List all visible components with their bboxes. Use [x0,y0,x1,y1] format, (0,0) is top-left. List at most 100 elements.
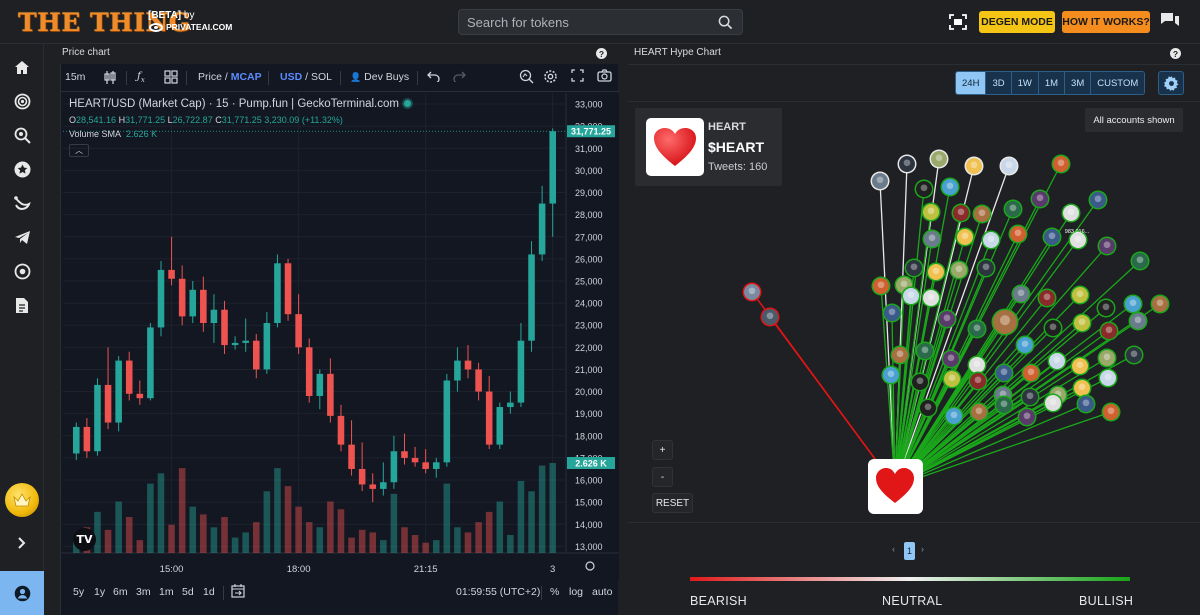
fullscreen-button[interactable] [945,11,971,33]
account-avatar[interactable] [1043,393,1063,413]
next-page-icon[interactable]: › [921,544,924,554]
range-5d[interactable]: 5d [182,586,194,598]
account-avatar[interactable] [951,203,971,223]
account-avatar[interactable] [1070,356,1090,376]
account-avatar[interactable] [921,202,941,222]
range-3m[interactable]: 3M [1065,72,1092,94]
tradingview-logo[interactable]: TV [73,528,96,551]
mcap-option[interactable]: MCAP [231,71,262,83]
candle-body[interactable] [327,373,334,416]
redo-icon[interactable] [453,69,466,85]
account-avatar[interactable] [929,149,949,169]
bearish-account-avatar[interactable] [760,307,780,327]
account-avatar[interactable] [1072,313,1092,333]
candle-body[interactable] [147,327,154,399]
account-avatar[interactable] [1021,363,1041,383]
account-avatar[interactable] [1124,345,1144,365]
account-avatar[interactable] [1015,335,1035,355]
range-5y[interactable]: 5y [73,586,84,598]
interval-selector[interactable]: 15m [65,71,85,83]
account-avatar[interactable] [1037,288,1057,308]
account-avatar[interactable] [1088,190,1108,210]
candle-body[interactable] [464,360,472,370]
candle-body[interactable] [411,457,419,463]
account-avatar[interactable] [881,365,901,385]
percent-scale-toggle[interactable]: % [550,586,559,598]
reset-view-button[interactable]: RESET [652,493,693,513]
whale-icon[interactable] [12,193,32,213]
accounts-filter-badge[interactable]: All accounts shown [1085,108,1183,132]
record-icon[interactable] [12,261,32,281]
account-avatar[interactable] [904,258,924,278]
chart-clock[interactable]: 01:59:55 (UTC+2) [456,586,540,598]
hype-settings-button[interactable] [1158,71,1184,95]
candle-body[interactable] [369,484,377,489]
account-avatar[interactable] [1061,203,1081,223]
telegram-icon[interactable] [12,227,32,247]
candlestick-chart[interactable]: 13,00014,00015,00016,00017,00018,00019,0… [61,93,619,580]
dev-buys-toggle[interactable]: 👤 Dev Buys [350,71,409,83]
candle-body[interactable] [549,131,556,204]
range-1y[interactable]: 1y [94,586,105,598]
candle-body[interactable] [189,289,197,317]
goto-date-icon[interactable] [231,584,245,601]
candle-body[interactable] [295,314,302,348]
account-avatar[interactable] [914,179,934,199]
price-option[interactable]: Price [198,71,222,83]
account-avatar[interactable] [1098,368,1118,388]
account-avatar[interactable] [991,308,1019,336]
account-avatar[interactable] [871,276,891,296]
account-avatar[interactable] [972,204,992,224]
account-avatar[interactable] [1123,294,1143,314]
candle-body[interactable] [157,269,165,328]
account-avatar[interactable] [949,260,969,280]
prev-page-icon[interactable]: ‹ [892,544,895,554]
expand-chevron-icon[interactable] [12,533,32,553]
candle-body[interactable] [316,373,324,396]
candle-body[interactable] [443,380,451,463]
chart-fullscreen-icon[interactable] [571,69,584,85]
candle-body[interactable] [517,340,525,403]
candles-type-icon[interactable] [103,70,117,88]
account-avatar[interactable] [968,371,988,391]
range-3m[interactable]: 3m [136,586,151,598]
account-avatar[interactable] [915,341,935,361]
account-avatar[interactable] [1072,378,1092,398]
account-avatar[interactable] [941,349,961,369]
account-avatar[interactable] [1003,199,1023,219]
candle-body[interactable] [358,468,366,485]
account-avatar[interactable] [926,262,946,282]
account-avatar[interactable] [994,395,1014,415]
token-search[interactable] [458,9,743,35]
log-scale-toggle[interactable]: log [569,586,583,598]
account-avatar[interactable] [1130,251,1150,271]
account-avatar[interactable] [882,303,902,323]
candle-body[interactable] [432,462,440,469]
currency-toggle[interactable]: USD / SOL [280,71,332,83]
candle-body[interactable] [104,384,112,423]
account-avatar[interactable] [940,177,960,197]
candle-body[interactable] [210,309,218,323]
account-avatar[interactable] [918,398,938,418]
account-avatar[interactable] [897,154,917,174]
zoom-out-button[interactable]: - [652,467,673,487]
candle-body[interactable] [178,278,186,317]
layouts-icon[interactable] [164,70,178,87]
collapse-legend-button[interactable]: ︿ [69,144,89,157]
sol-option[interactable]: SOL [311,71,332,83]
page-1-button[interactable]: 1 [904,542,915,560]
candle-body[interactable] [221,309,228,346]
candle-body[interactable] [380,482,387,489]
candle-body[interactable] [274,263,281,323]
search-icon[interactable] [718,15,733,35]
range-6m[interactable]: 6m [113,586,128,598]
range-1w[interactable]: 1W [1011,72,1039,94]
candle-body[interactable] [422,462,429,469]
candle-body[interactable] [136,393,144,399]
account-avatar[interactable] [1030,189,1050,209]
indicators-icon[interactable]: ƒx [137,70,145,84]
account-avatar[interactable] [955,227,975,247]
account-avatar[interactable] [890,345,910,365]
range-24h[interactable]: 24H [956,72,987,94]
account-avatar[interactable] [901,286,921,306]
